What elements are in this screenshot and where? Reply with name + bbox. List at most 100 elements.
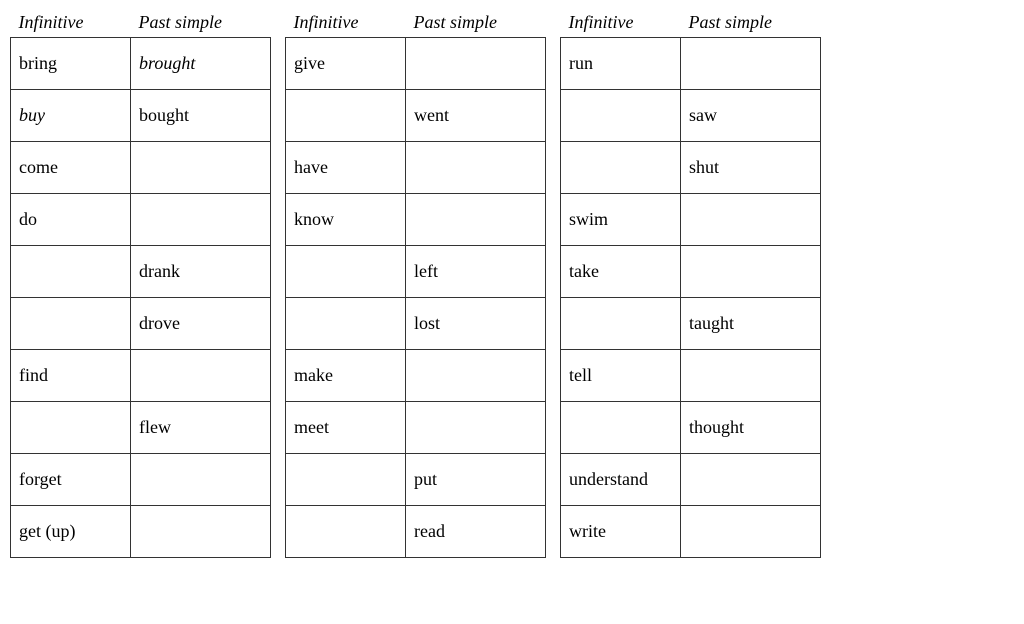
column-header-past-simple: Past simple: [131, 10, 271, 38]
past-simple-cell: [681, 506, 821, 558]
past-simple-cell: [131, 350, 271, 402]
infinitive-cell: come: [11, 142, 131, 194]
table-row: have: [286, 142, 546, 194]
table-section-2: InfinitivePast simplegivewenthaveknowlef…: [285, 10, 546, 558]
table-row: thought: [561, 402, 821, 454]
column-header-past-simple: Past simple: [406, 10, 546, 38]
verb-table-2: InfinitivePast simplegivewenthaveknowlef…: [285, 10, 546, 558]
infinitive-cell: tell: [561, 350, 681, 402]
infinitive-cell: [561, 90, 681, 142]
infinitive-cell: [561, 298, 681, 350]
table-section-3: InfinitivePast simplerunsawshutswimtaket…: [560, 10, 821, 558]
past-simple-cell: put: [406, 454, 546, 506]
table-row: make: [286, 350, 546, 402]
table-row: run: [561, 38, 821, 90]
table-row: meet: [286, 402, 546, 454]
infinitive-cell: [286, 246, 406, 298]
column-header-infinitive: Infinitive: [561, 10, 681, 38]
table-row: saw: [561, 90, 821, 142]
table-row: drove: [11, 298, 271, 350]
table-row: read: [286, 506, 546, 558]
table-row: went: [286, 90, 546, 142]
table-separator: [546, 10, 560, 558]
past-simple-cell: [131, 454, 271, 506]
table-row: find: [11, 350, 271, 402]
table-row: get (up): [11, 506, 271, 558]
past-simple-cell: left: [406, 246, 546, 298]
past-simple-cell: [406, 350, 546, 402]
table-row: do: [11, 194, 271, 246]
infinitive-cell: [11, 298, 131, 350]
past-simple-cell: [131, 194, 271, 246]
infinitive-cell: [561, 402, 681, 454]
table-row: take: [561, 246, 821, 298]
past-simple-cell: [681, 194, 821, 246]
past-simple-cell: taught: [681, 298, 821, 350]
past-simple-cell: [406, 38, 546, 90]
table-row: flew: [11, 402, 271, 454]
infinitive-cell: buy: [11, 90, 131, 142]
infinitive-cell: swim: [561, 194, 681, 246]
table-row: give: [286, 38, 546, 90]
verb-table-3: InfinitivePast simplerunsawshutswimtaket…: [560, 10, 821, 558]
infinitive-cell: bring: [11, 38, 131, 90]
infinitive-cell: write: [561, 506, 681, 558]
past-simple-cell: drank: [131, 246, 271, 298]
table-row: know: [286, 194, 546, 246]
infinitive-cell: [286, 506, 406, 558]
past-simple-cell: [406, 142, 546, 194]
infinitive-cell: have: [286, 142, 406, 194]
table-row: drank: [11, 246, 271, 298]
infinitive-cell: find: [11, 350, 131, 402]
past-simple-cell: shut: [681, 142, 821, 194]
past-simple-cell: [681, 246, 821, 298]
infinitive-cell: do: [11, 194, 131, 246]
table-row: bringbrought: [11, 38, 271, 90]
table-separator: [271, 10, 285, 558]
table-row: forget: [11, 454, 271, 506]
table-row: swim: [561, 194, 821, 246]
infinitive-cell: [11, 402, 131, 454]
infinitive-cell: make: [286, 350, 406, 402]
table-row: taught: [561, 298, 821, 350]
infinitive-cell: [561, 142, 681, 194]
verb-table-1: InfinitivePast simplebringbroughtbuyboug…: [10, 10, 271, 558]
past-simple-cell: saw: [681, 90, 821, 142]
past-simple-cell: [406, 402, 546, 454]
table-row: lost: [286, 298, 546, 350]
past-simple-cell: lost: [406, 298, 546, 350]
infinitive-cell: [286, 298, 406, 350]
past-simple-cell: [406, 194, 546, 246]
table-row: buybought: [11, 90, 271, 142]
infinitive-cell: meet: [286, 402, 406, 454]
past-simple-cell: went: [406, 90, 546, 142]
past-simple-cell: read: [406, 506, 546, 558]
past-simple-cell: [131, 506, 271, 558]
infinitive-cell: understand: [561, 454, 681, 506]
infinitive-cell: [11, 246, 131, 298]
table-row: tell: [561, 350, 821, 402]
past-simple-cell: flew: [131, 402, 271, 454]
past-simple-cell: thought: [681, 402, 821, 454]
table-row: shut: [561, 142, 821, 194]
tables-wrapper: InfinitivePast simplebringbroughtbuyboug…: [10, 10, 1014, 558]
infinitive-cell: forget: [11, 454, 131, 506]
past-simple-cell: [131, 142, 271, 194]
table-row: understand: [561, 454, 821, 506]
infinitive-cell: get (up): [11, 506, 131, 558]
column-header-infinitive: Infinitive: [11, 10, 131, 38]
column-header-infinitive: Infinitive: [286, 10, 406, 38]
column-header-past-simple: Past simple: [681, 10, 821, 38]
past-simple-cell: drove: [131, 298, 271, 350]
infinitive-cell: run: [561, 38, 681, 90]
table-row: left: [286, 246, 546, 298]
past-simple-cell: [681, 350, 821, 402]
past-simple-cell: [681, 454, 821, 506]
infinitive-cell: give: [286, 38, 406, 90]
past-simple-cell: brought: [131, 38, 271, 90]
page-container: InfinitivePast simplebringbroughtbuyboug…: [10, 10, 1014, 558]
table-row: put: [286, 454, 546, 506]
infinitive-cell: take: [561, 246, 681, 298]
past-simple-cell: [681, 38, 821, 90]
past-simple-cell: bought: [131, 90, 271, 142]
